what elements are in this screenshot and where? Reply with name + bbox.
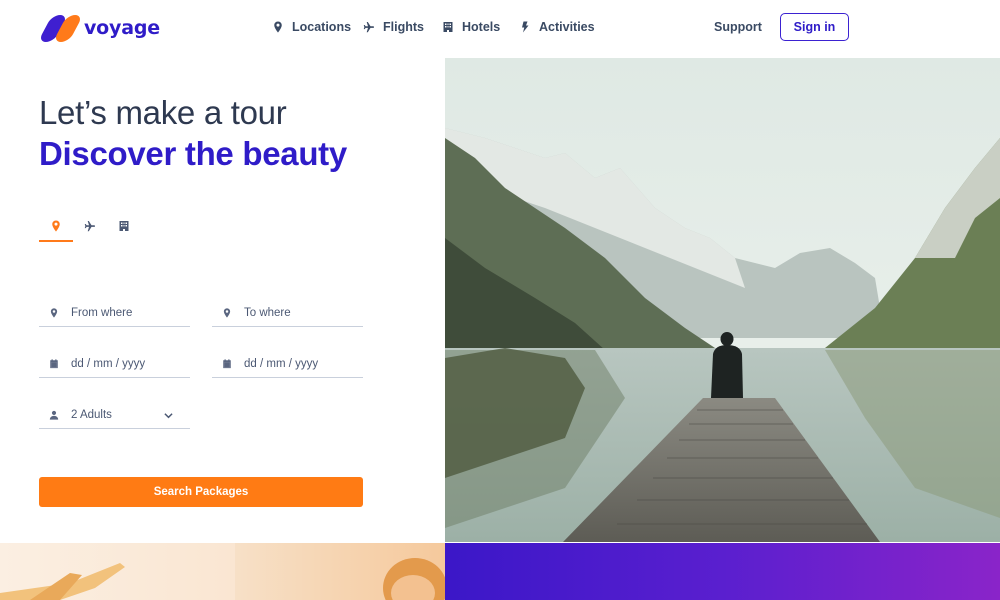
plane-photo-tile <box>0 543 235 600</box>
from-where-input[interactable]: From where <box>39 299 190 327</box>
calendar-icon <box>50 358 58 368</box>
chevron-down-icon <box>164 411 173 419</box>
logo-mark-icon <box>37 15 84 42</box>
date-from-placeholder: dd / mm / yyyy <box>71 357 146 370</box>
hotel-icon <box>119 221 129 231</box>
signin-button[interactable]: Sign in <box>780 13 849 41</box>
support-link[interactable]: Support <box>714 20 762 34</box>
promo-gradient-panel <box>445 543 1000 600</box>
date-to-placeholder: dd / mm / yyyy <box>244 357 319 370</box>
calendar-icon <box>223 358 231 368</box>
tab-hotels[interactable] <box>107 214 141 242</box>
airplane-icon <box>363 22 374 33</box>
location-pin-icon <box>274 21 282 33</box>
nav-link-label: Flights <box>383 20 424 34</box>
nav-link-activities[interactable]: Activities <box>519 20 595 34</box>
brand-logo[interactable]: voyage <box>37 15 160 42</box>
hero-landscape-image <box>445 58 1000 542</box>
guests-value: 2 Adults <box>71 408 112 421</box>
location-pin-icon <box>50 307 58 318</box>
hero-title-line1: Let’s make a tour <box>39 94 287 131</box>
nav-link-flights[interactable]: Flights <box>363 20 424 34</box>
date-from-input[interactable]: dd / mm / yyyy <box>39 350 190 378</box>
location-pin-icon <box>52 220 60 232</box>
hotel-icon <box>443 22 453 32</box>
date-to-input[interactable]: dd / mm / yyyy <box>212 350 363 378</box>
traveler-photo <box>383 558 445 600</box>
nav-link-hotels[interactable]: Hotels <box>442 20 500 34</box>
hero-title-line2: Discover the beauty <box>39 135 347 172</box>
search-type-tabs <box>39 214 141 242</box>
bolt-icon <box>522 21 529 33</box>
user-icon <box>49 410 59 420</box>
airplane-photo <box>0 563 125 600</box>
nav-link-label: Hotels <box>462 20 501 34</box>
top-navbar: voyage Locations Flights Hotels Activiti… <box>0 0 1000 58</box>
to-where-placeholder: To where <box>244 306 291 319</box>
brand-name: voyage <box>84 17 160 39</box>
nav-link-label: Locations <box>292 20 352 34</box>
guests-select[interactable]: 2 Adults <box>39 401 190 429</box>
tab-locations[interactable] <box>39 214 73 242</box>
traveler-photo-tile <box>235 543 445 600</box>
search-packages-button[interactable]: Search Packages <box>39 477 363 507</box>
to-where-input[interactable]: To where <box>212 299 363 327</box>
nav-link-label: Activities <box>539 20 595 34</box>
tab-flights[interactable] <box>73 214 107 242</box>
lake-dock-illustration <box>445 58 1000 542</box>
location-pin-icon <box>223 307 231 318</box>
airplane-icon <box>84 221 95 232</box>
nav-link-locations[interactable]: Locations <box>272 20 351 34</box>
from-where-placeholder: From where <box>71 306 133 319</box>
